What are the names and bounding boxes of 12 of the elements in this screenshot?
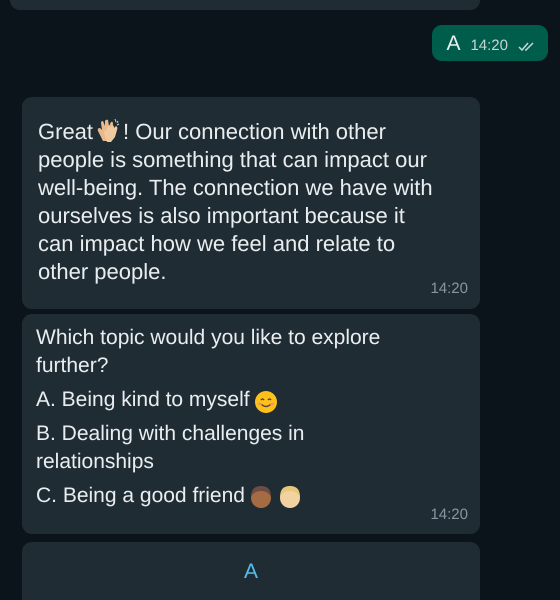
message-text: A [446, 31, 460, 58]
message-text: Great ! Our connection with other people is something that can impact our well-being. The connection we have with ourselves is also important because it can impact how we feel and relate to other people. [38, 117, 433, 284]
option-text: C. Being a good friend [36, 482, 245, 508]
smiling-face-icon [254, 390, 278, 414]
reply-button[interactable]: A [22, 542, 480, 600]
option-text: A. Being kind to myself [36, 386, 250, 412]
message-time: 14:20 [430, 279, 468, 299]
message-text: Which topic would you like to explore further? [36, 324, 382, 378]
clapping-hands-icon [95, 117, 122, 143]
message-time: 14:20 [470, 36, 508, 56]
option-text: B. Dealing with challenges in relationships [36, 420, 306, 474]
message-time: 14:20 [430, 504, 468, 524]
